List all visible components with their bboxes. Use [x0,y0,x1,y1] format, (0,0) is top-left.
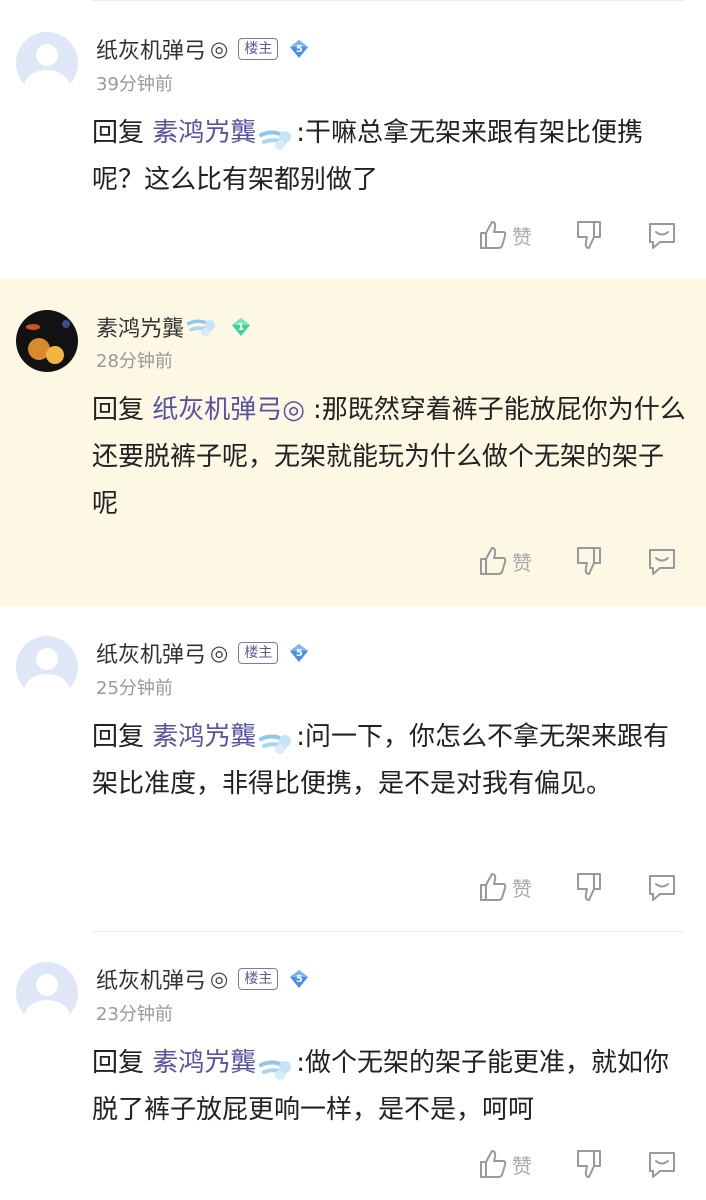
comment-item: 纸灰机弹弓 ◎ 楼主 5 23分钟前 回复 素鸿㞧龔:做个无架的架子能更准，就如… [0,932,706,1200]
reply-button[interactable] [646,545,678,577]
action-bar: 赞 [478,1148,688,1182]
like-label: 赞 [512,224,532,249]
level-number: 5 [295,647,303,659]
thumbs-down-icon [577,1150,601,1178]
avatar[interactable] [16,32,78,94]
comment-text: 回复 素鸿㞧龔:做个无架的架子能更准，就如你脱了裤子放屁更响一样，是不是，呵呵 [92,1040,688,1134]
thumbs-up-icon [480,221,507,249]
comment-item: 素鸿㞧龔 1 28分钟前 回复 纸灰机弹弓◎:那既然穿着裤子能放屁你为什么还要脱… [0,279,706,606]
username[interactable]: 素鸿㞧龔 [96,311,184,343]
comment-list: 纸灰机弹弓 ◎ 楼主 5 39分钟前 回复 素鸿㞧龔:干嘛总拿无架来跟有架比便携… [0,0,706,1200]
comment-text: 回复 素鸿㞧龔:干嘛总拿无架来跟有架比便携呢？这么比有架都别做了 [92,110,688,204]
op-badge: 楼主 [238,642,279,664]
like-button[interactable]: 赞 [478,219,532,251]
username-mark: ◎ [210,37,229,61]
reply-button[interactable] [646,219,678,251]
level-number: 1 [237,321,245,333]
action-bar: 赞 [478,545,688,579]
op-badge: 楼主 [238,968,279,990]
avatar[interactable] [16,310,78,372]
avatar[interactable] [16,962,78,1024]
reply-to-user[interactable]: 纸灰机弹弓◎ [152,395,305,425]
comment-item: 纸灰机弹弓 ◎ 楼主 5 39分钟前 回复 素鸿㞧龔:干嘛总拿无架来跟有架比便携… [0,0,706,279]
chat-bubble-icon [649,875,675,901]
comment-text: 回复 纸灰机弹弓◎:那既然穿着裤子能放屁你为什么还要脱裤子呢，无架就能玩为什么做… [92,387,688,528]
reply-button[interactable] [646,871,678,903]
username[interactable]: 纸灰机弹弓 [96,637,206,669]
like-label: 赞 [512,1153,532,1178]
reply-button[interactable] [646,1148,678,1180]
dislike-button[interactable] [574,1148,604,1180]
dash-emoji [258,121,292,150]
comment-header: 素鸿㞧龔 1 [96,312,274,342]
chat-bubble-icon [649,549,675,575]
level-number: 5 [295,43,303,55]
thumbs-up-icon [480,873,507,901]
dash-emoji [258,1051,292,1080]
username-mark: ◎ [210,641,229,665]
like-button[interactable]: 赞 [478,545,532,577]
thumbs-down-icon [577,221,601,249]
chat-bubble-icon [649,1152,675,1178]
thumbs-down-icon [577,547,601,575]
comment-text: 回复 素鸿㞧龔:问一下，你怎么不拿无架来跟有架比准度，非得比便携，是不是对我有偏… [92,714,688,808]
reply-prefix: 回复 [92,395,153,425]
dash-emoji [258,725,292,754]
comment-header: 纸灰机弹弓 ◎ 楼主 5 [96,638,332,668]
comment-header: 纸灰机弹弓 ◎ 楼主 5 [96,964,332,994]
reply-to-user[interactable]: 素鸿㞧龔 [152,722,256,752]
reply-to-user[interactable]: 素鸿㞧龔 [152,1048,256,1078]
action-bar: 赞 [478,219,688,253]
timestamp: 39分钟前 [96,74,173,95]
op-badge: 楼主 [238,38,279,60]
thumbs-down-icon [577,873,601,901]
reply-prefix: 回复 [92,722,153,752]
username-mark: ◎ [210,967,229,991]
timestamp: 23分钟前 [96,1004,173,1025]
username[interactable]: 纸灰机弹弓 [96,33,206,65]
chat-bubble-icon [649,223,675,249]
reply-to-user[interactable]: 素鸿㞧龔 [152,118,256,148]
reply-prefix: 回复 [92,118,153,148]
dislike-button[interactable] [574,219,604,251]
avatar[interactable] [16,636,78,698]
dislike-button[interactable] [574,871,604,903]
reply-prefix: 回复 [92,1048,153,1078]
dislike-button[interactable] [574,545,604,577]
level-number: 5 [295,973,303,985]
action-bar: 赞 [478,871,688,905]
comment-item: 纸灰机弹弓 ◎ 楼主 5 25分钟前 回复 素鸿㞧龔:问一下，你怎么不拿无架来跟… [0,606,706,931]
username[interactable]: 纸灰机弹弓 [96,963,206,995]
thumbs-up-icon [480,1150,507,1178]
like-button[interactable]: 赞 [478,1148,532,1180]
like-label: 赞 [512,550,532,575]
timestamp: 28分钟前 [96,351,173,372]
dash-emoji [186,315,216,339]
thumbs-up-icon [480,547,507,575]
comment-header: 纸灰机弹弓 ◎ 楼主 5 [96,34,332,64]
timestamp: 25分钟前 [96,678,173,699]
like-button[interactable]: 赞 [478,871,532,903]
like-label: 赞 [512,876,532,901]
